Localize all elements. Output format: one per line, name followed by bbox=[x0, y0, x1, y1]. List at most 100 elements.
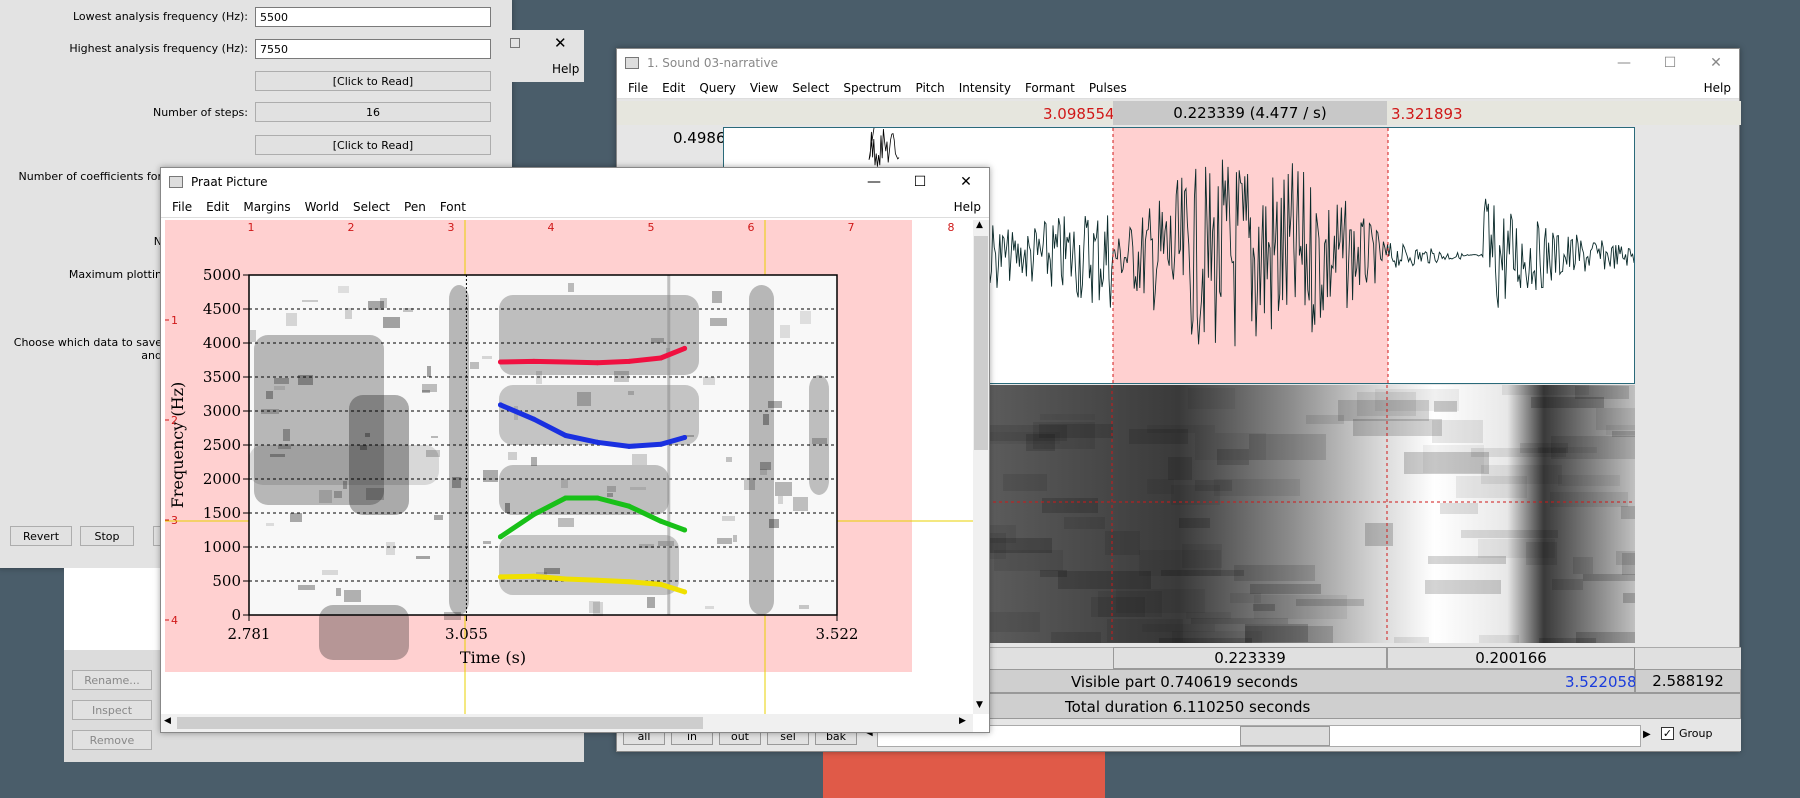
amplitude-top-label: 0.4986 bbox=[673, 129, 726, 147]
spectrogram-speck bbox=[266, 391, 273, 399]
vscroll-thumb[interactable] bbox=[974, 236, 988, 450]
picture-hscroll[interactable]: ◀ ▶ bbox=[161, 714, 973, 732]
horizontal-scrollbar[interactable] bbox=[877, 725, 1641, 747]
click-to-read-button-2[interactable]: [Click to Read] bbox=[255, 135, 491, 155]
app-icon bbox=[625, 57, 639, 69]
formant-point bbox=[531, 416, 537, 422]
y-tick-label: 2500 bbox=[203, 436, 241, 454]
help-menu[interactable]: Help bbox=[552, 62, 579, 76]
steps-value[interactable]: 16 bbox=[255, 102, 491, 122]
sound-menu-query[interactable]: Query bbox=[692, 81, 742, 95]
y-tick-label: 0 bbox=[231, 606, 241, 624]
spectrogram-speck bbox=[577, 392, 591, 406]
scroll-right-icon[interactable]: ▶ bbox=[1643, 729, 1651, 740]
spectrogram-speck bbox=[302, 300, 318, 302]
spectrogram-speck bbox=[483, 470, 498, 482]
segment-after[interactable]: 0.200166 bbox=[1387, 647, 1635, 669]
spectrogram-speck bbox=[344, 590, 361, 602]
spectrogram-speck bbox=[250, 330, 256, 342]
scroll-down-icon[interactable]: ▼ bbox=[976, 700, 983, 710]
spectrogram-speck bbox=[270, 454, 285, 457]
segment-selected[interactable]: 0.223339 bbox=[1113, 647, 1387, 669]
group-label: Group bbox=[1679, 727, 1713, 740]
scroll-up-icon[interactable]: ▲ bbox=[976, 220, 983, 230]
picture-titlebar: Praat Picture — ☐ ✕ bbox=[161, 168, 989, 196]
hscroll-right-icon[interactable]: ▶ bbox=[959, 716, 966, 726]
total-duration-label: Total duration 6.110250 seconds bbox=[1065, 698, 1311, 716]
picture-menu-world[interactable]: World bbox=[298, 200, 346, 214]
close-icon[interactable]: ✕ bbox=[943, 168, 989, 196]
hidden-window-maximize[interactable] bbox=[510, 38, 520, 48]
y-tick-label: 2000 bbox=[203, 470, 241, 488]
spectrogram-speck bbox=[319, 490, 332, 503]
formant-point bbox=[594, 360, 600, 366]
highest-freq-input[interactable]: 7550 bbox=[255, 39, 491, 59]
spectrogram-blob bbox=[449, 285, 469, 615]
spectrogram-speck bbox=[558, 518, 574, 527]
picture-menu-edit[interactable]: Edit bbox=[199, 200, 236, 214]
group-checkbox[interactable]: ✓ bbox=[1661, 727, 1674, 740]
close-icon[interactable]: ✕ bbox=[1693, 49, 1739, 77]
sound-menu-file[interactable]: File bbox=[621, 81, 655, 95]
spectrogram-speck bbox=[338, 286, 349, 293]
picture-menu-font[interactable]: Font bbox=[433, 200, 473, 214]
sound-menu-edit[interactable]: Edit bbox=[655, 81, 692, 95]
minimize-icon[interactable]: — bbox=[851, 168, 897, 196]
spectrogram-speck bbox=[290, 513, 302, 522]
x-tick-label: 3.055 bbox=[445, 625, 488, 643]
picture-menu-file[interactable]: File bbox=[165, 200, 199, 214]
maximize-icon[interactable]: ☐ bbox=[897, 168, 943, 196]
sound-menu-pulses[interactable]: Pulses bbox=[1082, 81, 1134, 95]
spectrogram-speck bbox=[726, 457, 732, 462]
spectrogram-speck bbox=[380, 298, 387, 308]
minimize-icon[interactable]: — bbox=[1601, 49, 1647, 77]
sound-menu-intensity[interactable]: Intensity bbox=[952, 81, 1018, 95]
remove-button[interactable]: Remove bbox=[72, 730, 152, 750]
sound-menu-pitch[interactable]: Pitch bbox=[908, 81, 951, 95]
spectrogram-speck bbox=[286, 313, 297, 326]
hscroll-thumb[interactable] bbox=[177, 717, 703, 729]
picture-vscroll[interactable]: ▲ ▼ bbox=[973, 220, 989, 714]
spectrogram-speck bbox=[632, 454, 647, 465]
stop-button[interactable]: Stop bbox=[80, 526, 134, 546]
spectrogram-speck bbox=[763, 414, 769, 425]
y-tick-label: 3000 bbox=[203, 402, 241, 420]
revert-button[interactable]: Revert bbox=[10, 526, 72, 546]
click-to-read-button-1[interactable]: [Click to Read] bbox=[255, 71, 491, 91]
y-tick-label: 1000 bbox=[203, 538, 241, 556]
y-tick-label: 500 bbox=[212, 572, 241, 590]
close-icon[interactable]: ✕ bbox=[554, 34, 567, 52]
sel-duration-cell[interactable]: 0.223339 (4.477 / s) bbox=[1113, 101, 1387, 125]
sound-menu-select[interactable]: Select bbox=[785, 81, 836, 95]
sound-menu-spectrum[interactable]: Spectrum bbox=[836, 81, 908, 95]
lowest-freq-input[interactable]: 5500 bbox=[255, 7, 491, 27]
spectrogram-blob bbox=[319, 605, 409, 660]
after-visible-cell[interactable]: 2.588192 bbox=[1635, 669, 1741, 693]
scrollbar-thumb[interactable] bbox=[1240, 726, 1330, 746]
maximize-icon[interactable]: ☐ bbox=[1647, 49, 1693, 77]
formant-point bbox=[498, 402, 503, 408]
spectrogram-speck bbox=[799, 605, 809, 609]
y-tick-label: 1500 bbox=[203, 504, 241, 522]
sound-menu-formant[interactable]: Formant bbox=[1018, 81, 1082, 95]
sound-help-menu[interactable]: Help bbox=[1704, 81, 1739, 95]
spectrogram-speck bbox=[383, 317, 400, 328]
spectrogram-speck bbox=[744, 478, 755, 490]
picture-canvas[interactable]: 12345678 1234 05001000150020002500300035… bbox=[165, 220, 973, 714]
spectrogram-speck bbox=[812, 438, 827, 444]
choose-label: Choose which data to save and bbox=[13, 336, 162, 362]
formant-point bbox=[626, 443, 632, 449]
spectrogram-speck bbox=[427, 366, 431, 377]
picture-help-menu[interactable]: Help bbox=[954, 200, 989, 214]
formant-point bbox=[626, 579, 632, 585]
picture-menu-margins[interactable]: Margins bbox=[236, 200, 297, 214]
picture-menu-select[interactable]: Select bbox=[346, 200, 397, 214]
sound-menu-view[interactable]: View bbox=[743, 81, 785, 95]
picture-menu-pen[interactable]: Pen bbox=[397, 200, 433, 214]
formant-point bbox=[626, 358, 632, 364]
spectrogram-speck bbox=[800, 311, 811, 324]
inspect-button[interactable]: Inspect bbox=[72, 700, 152, 720]
spectrogram-speck bbox=[760, 469, 767, 475]
hscroll-left-icon[interactable]: ◀ bbox=[164, 716, 171, 726]
rename-button[interactable]: Rename... bbox=[72, 670, 152, 690]
